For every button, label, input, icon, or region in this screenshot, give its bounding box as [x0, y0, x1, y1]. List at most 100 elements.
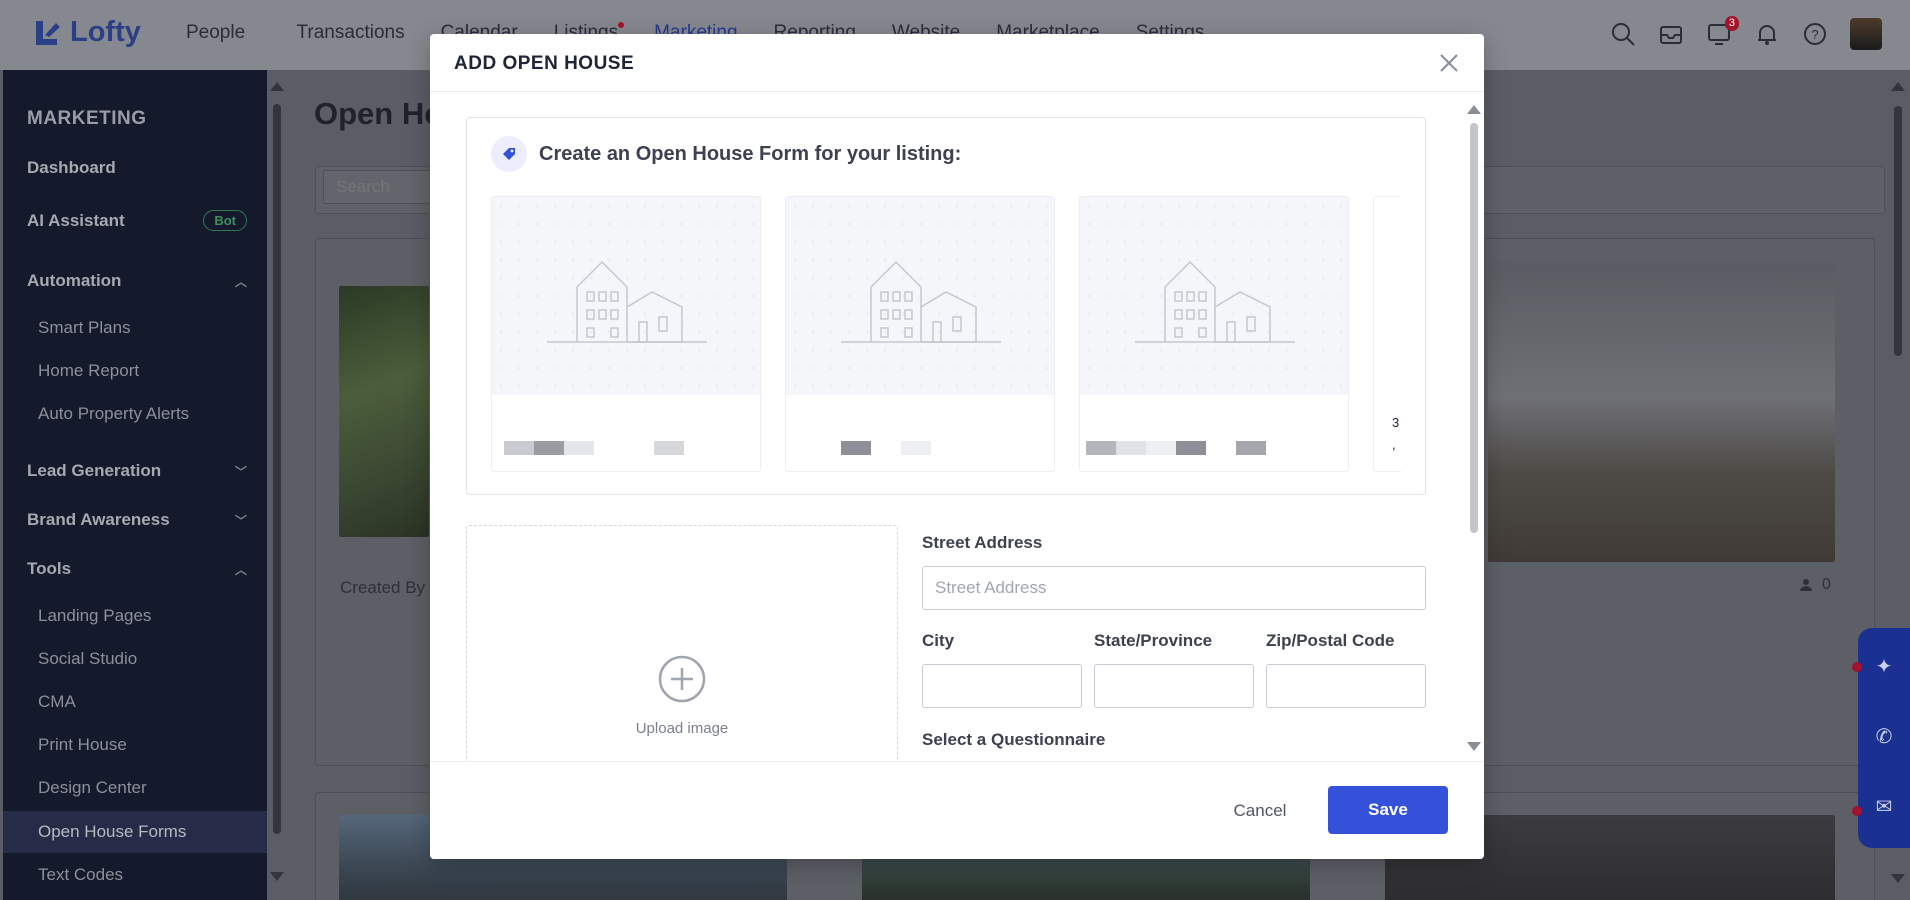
notification-count-badge: 3 — [1724, 16, 1739, 31]
sidebar-item-print-house[interactable]: Print House — [38, 735, 127, 755]
nav-people[interactable]: People ⌄ — [186, 22, 261, 44]
modal-body: Create an Open House Form for your listi… — [430, 93, 1484, 761]
sidebar-item-cma[interactable]: CMA — [38, 692, 76, 712]
modal-header: ADD OPEN HOUSE — [430, 34, 1484, 92]
svg-text:?: ? — [1811, 27, 1818, 42]
street-address-label: Street Address — [922, 533, 1043, 552]
listing-heading: Create an Open House Form for your listi… — [539, 142, 962, 165]
questionnaire-label: Select a Questionnaire — [922, 730, 1106, 749]
scroll-up-arrow-icon[interactable] — [1891, 82, 1905, 91]
house-placeholder-icon — [547, 260, 707, 343]
listing-card[interactable] — [491, 196, 761, 472]
listing-card[interactable] — [785, 196, 1055, 472]
city-input[interactable] — [922, 664, 1082, 708]
cancel-button[interactable]: Cancel — [1200, 788, 1320, 834]
close-icon[interactable] — [1436, 50, 1462, 76]
tasks-icon[interactable]: 3 — [1706, 16, 1739, 47]
sidebar-item-social-studio[interactable]: Social Studio — [38, 649, 137, 669]
listing-address-redacted — [841, 441, 931, 455]
users-icon — [1800, 579, 1812, 591]
sidebar-item-design-center[interactable]: Design Center — [38, 778, 147, 798]
modal-title: ADD OPEN HOUSE — [454, 53, 635, 74]
sidebar-item-automation[interactable]: Automation ︿ — [27, 271, 247, 291]
floating-action-widget: ✦ ✆ ✉ — [1858, 628, 1910, 848]
listing-card[interactable] — [1079, 196, 1349, 472]
listing-partial-text: 3 — [1392, 415, 1400, 430]
save-button[interactable]: Save — [1328, 786, 1448, 834]
top-icons: 3 ? — [1610, 16, 1882, 50]
sidebar-item-home-report[interactable]: Home Report — [38, 361, 139, 381]
listing-selector: Create an Open House Form for your listi… — [466, 117, 1426, 495]
modal-scrollbar-thumb[interactable] — [1470, 123, 1478, 533]
sidebar-item-smart-plans[interactable]: Smart Plans — [38, 318, 131, 338]
inbox-icon[interactable] — [1658, 21, 1684, 47]
phone-icon[interactable]: ✆ — [1872, 724, 1896, 748]
house-placeholder-icon — [841, 260, 1001, 343]
lofty-logo-icon — [36, 20, 60, 45]
bot-badge: Bot — [203, 210, 247, 231]
sidebar-item-dashboard[interactable]: Dashboard — [27, 158, 247, 178]
view-count: 0 — [1822, 576, 1831, 593]
sidebar-item-text-codes[interactable]: Text Codes — [38, 865, 123, 885]
sidebar-section-title: MARKETING — [27, 108, 147, 129]
chat-icon[interactable]: ✉ — [1872, 794, 1896, 818]
scroll-down-arrow-icon[interactable] — [1467, 742, 1481, 751]
listing-photo-interior[interactable] — [1488, 263, 1835, 562]
chevron-down-icon: ﹀ — [234, 464, 247, 479]
modal-footer: Cancel Save — [430, 761, 1484, 859]
chevron-up-icon: ︿ — [234, 274, 247, 289]
lofty-logo[interactable]: Lofty — [32, 16, 141, 49]
chevron-up-icon: ︿ — [234, 562, 247, 577]
add-open-house-modal: ADD OPEN HOUSE Create an Open House Form… — [430, 34, 1484, 859]
listing-photo-exterior[interactable] — [339, 286, 429, 537]
zip-input[interactable] — [1266, 664, 1426, 708]
listings-notification-dot — [618, 22, 625, 28]
listing-placeholder-image — [1080, 197, 1348, 395]
zip-label: Zip/Postal Code — [1266, 631, 1395, 650]
modal-scrollbar[interactable] — [1464, 93, 1484, 761]
scroll-down-arrow-icon[interactable] — [1891, 874, 1905, 883]
listing-card[interactable]: 3 , — [1373, 196, 1401, 472]
logo-text: Lofty — [70, 16, 141, 48]
listing-heading-row: Create an Open House Form for your listi… — [491, 136, 961, 172]
widget-alert-dot — [1852, 806, 1862, 816]
sidebar-item-lead-generation[interactable]: Lead Generation ﹀ — [27, 461, 247, 481]
state-input[interactable] — [1094, 664, 1254, 708]
upload-image-label: Upload image — [635, 720, 729, 737]
sidebar-item-tools[interactable]: Tools ︿ — [27, 559, 247, 579]
sidebar-item-auto-property-alerts[interactable]: Auto Property Alerts — [38, 404, 189, 424]
user-avatar[interactable] — [1850, 18, 1882, 50]
listing-placeholder-image — [492, 197, 760, 395]
sidebar-item-ai-assistant[interactable]: AI Assistant Bot — [27, 210, 247, 231]
chevron-down-icon: ⌄ — [250, 27, 261, 41]
nav-transactions[interactable]: Transactions — [297, 22, 405, 44]
chevron-down-icon: ﹀ — [234, 513, 247, 528]
created-by-label: Created By — [340, 578, 426, 597]
plus-circle-icon — [658, 655, 706, 703]
sidebar-scrollbar[interactable] — [268, 70, 286, 900]
tag-icon — [503, 148, 515, 160]
tag-icon-badge — [491, 136, 527, 172]
sidebar-item-open-house-forms[interactable]: Open House Forms — [38, 822, 186, 842]
listing-carousel: 3 , — [491, 196, 1401, 472]
listing-address-redacted — [1086, 441, 1266, 455]
listing-placeholder-image — [786, 197, 1054, 395]
sidebar-item-landing-pages[interactable]: Landing Pages — [38, 606, 151, 626]
scroll-up-arrow-icon[interactable] — [1467, 105, 1481, 114]
city-label: City — [922, 631, 955, 650]
upload-image-dropzone[interactable]: Upload image — [466, 525, 898, 761]
street-address-input[interactable] — [922, 566, 1426, 610]
search-icon[interactable] — [1610, 21, 1636, 47]
listing-partial-text: , — [1392, 437, 1396, 452]
listing-address-redacted — [504, 441, 684, 455]
scroll-up-arrow-icon[interactable] — [270, 82, 284, 91]
scroll-down-arrow-icon[interactable] — [270, 872, 284, 881]
sidebar-scrollbar-thumb[interactable] — [273, 104, 281, 834]
page-scrollbar-thumb[interactable] — [1894, 106, 1902, 356]
page-title: Open Ho — [314, 96, 444, 131]
bell-icon[interactable] — [1754, 21, 1780, 47]
sparkle-icon[interactable]: ✦ — [1872, 654, 1896, 678]
house-placeholder-icon — [1135, 260, 1295, 343]
sidebar-item-brand-awareness[interactable]: Brand Awareness ﹀ — [27, 510, 247, 530]
help-icon[interactable]: ? — [1802, 21, 1828, 47]
